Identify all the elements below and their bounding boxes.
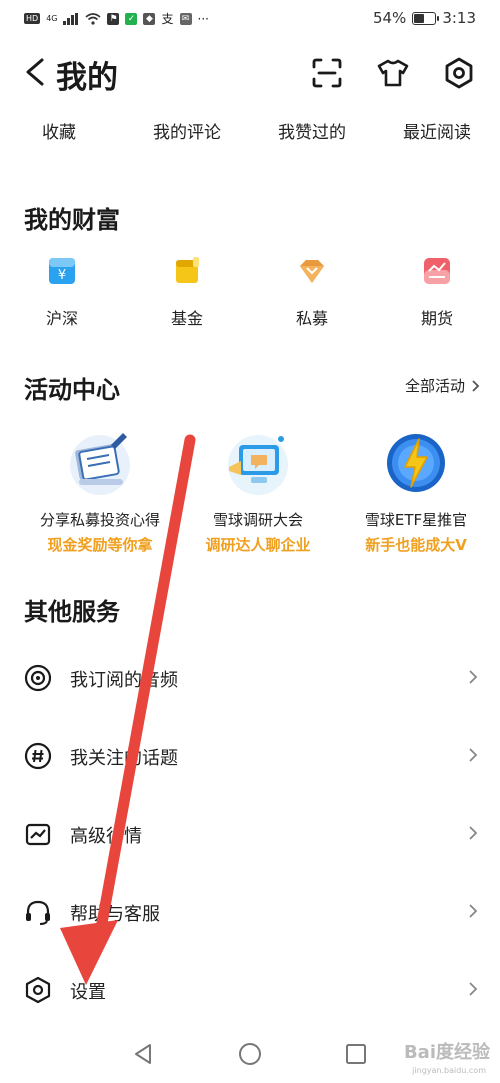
settings-icon [25,976,51,1004]
clock: 3:13 [442,9,476,27]
activity-card-research-conference[interactable]: 雪球调研大会 调研达人聊企业 [175,425,341,555]
scan-button[interactable] [310,56,344,90]
wealth-label-hushen: 沪深 [45,309,78,328]
video-conference-illustration-icon [228,435,288,495]
hashtag-icon [24,742,52,770]
activity-line1: 雪球调研大会 [212,511,303,529]
etf-star-badge-icon [387,434,445,492]
service-label: 帮助与客服 [70,904,160,925]
page-title: 我的 [56,60,118,96]
all-activities-label: 全部活动 [404,377,465,395]
network-type: 4G [46,14,58,23]
tab-my-comments[interactable]: 我的评论 [153,118,221,143]
chevron-right-icon [469,904,478,918]
wealth-label-futures: 期货 [420,309,453,328]
tab-my-likes[interactable]: 我赞过的 [278,118,346,143]
status-bar: HD 4G ⚑ ✓ ◆ 支 ✉ ··· 54% 3:13 [0,0,500,40]
document-illustration-icon [70,433,130,495]
activity-card-private-fund-share[interactable]: 分享私募投资心得 现金奖励等你拿 [17,425,183,555]
tab-favorites[interactable]: 收藏 [42,118,76,143]
app-notification-green-icon: ✓ [125,12,138,25]
battery-percent: 54% [372,9,407,27]
nav-home-button[interactable] [238,1042,262,1066]
settings-button[interactable] [442,56,476,90]
service-label: 设置 [70,982,106,1003]
service-item-followed-topics[interactable]: 我关注的话题 [0,730,500,780]
tab-recent-reads[interactable]: 最近阅读 [403,118,471,143]
app-notification-icon: ⚑ [107,12,120,25]
hushen-icon: ¥ [49,258,75,284]
activity-card-etf-ambassador[interactable]: 雪球ETF星推官 新手也能成大V [333,425,499,555]
wealth-item-futures[interactable]: 期货 [387,255,487,329]
service-item-help-support[interactable]: 帮助与客服 [0,886,500,936]
more-indicator: ··· [197,11,209,26]
alipay-icon: 支 [161,12,174,26]
wealth-label-private-fund: 私募 [295,309,328,328]
message-icon: ✉ [179,12,192,25]
activity-line1: 雪球ETF星推官 [364,511,468,529]
shield-notification-icon: ◆ [143,12,156,25]
activity-line2: 现金奖励等你拿 [47,536,153,554]
audio-icon [24,664,52,692]
wealth-section-title: 我的财富 [24,206,120,234]
private-fund-icon [300,260,324,283]
battery-icon [412,11,440,25]
activity-line2: 调研达人聊企业 [205,536,311,554]
all-activities-link[interactable]: 全部活动 [405,375,480,396]
chevron-right-icon [472,379,480,392]
wealth-label-fund: 基金 [170,309,203,328]
futures-icon [424,258,450,284]
services-section-title: 其他服务 [24,598,120,626]
chart-icon [25,823,51,846]
hd-badge: HD [24,13,41,24]
service-label: 我订阅的音频 [70,670,178,691]
activity-line2: 新手也能成大V [365,536,467,554]
chevron-right-icon [469,982,478,996]
back-button[interactable] [18,54,54,90]
wifi-icon [85,12,102,25]
service-label: 我关注的话题 [70,748,178,769]
service-item-settings[interactable]: 设置 [0,964,500,1014]
nav-back-button[interactable] [132,1042,154,1066]
watermark-url: jingyan.baidu.com [412,1066,486,1075]
fund-icon [176,257,199,283]
headset-icon [26,900,50,925]
watermark: Bai度经验 [403,1042,490,1063]
tshirt-skin-button[interactable] [376,56,410,90]
wealth-item-hushen[interactable]: ¥ 沪深 [12,255,112,329]
chevron-right-icon [469,670,478,684]
activity-line1: 分享私募投资心得 [39,511,160,529]
chevron-right-icon [469,826,478,840]
signal-icon [63,12,79,25]
activity-section-title: 活动中心 [24,376,120,404]
tab-bar: 收藏 我的评论 我赞过的 最近阅读 [0,118,500,148]
service-label: 高级行情 [70,826,142,847]
svg-text:¥: ¥ [58,268,66,283]
service-item-subscribed-audio[interactable]: 我订阅的音频 [0,652,500,702]
nav-recents-button[interactable] [345,1043,367,1065]
wealth-item-private-fund[interactable]: 私募 [262,255,362,329]
wealth-item-fund[interactable]: 基金 [137,255,237,329]
chevron-right-icon [469,748,478,762]
service-item-advanced-quotes[interactable]: 高级行情 [0,808,500,858]
